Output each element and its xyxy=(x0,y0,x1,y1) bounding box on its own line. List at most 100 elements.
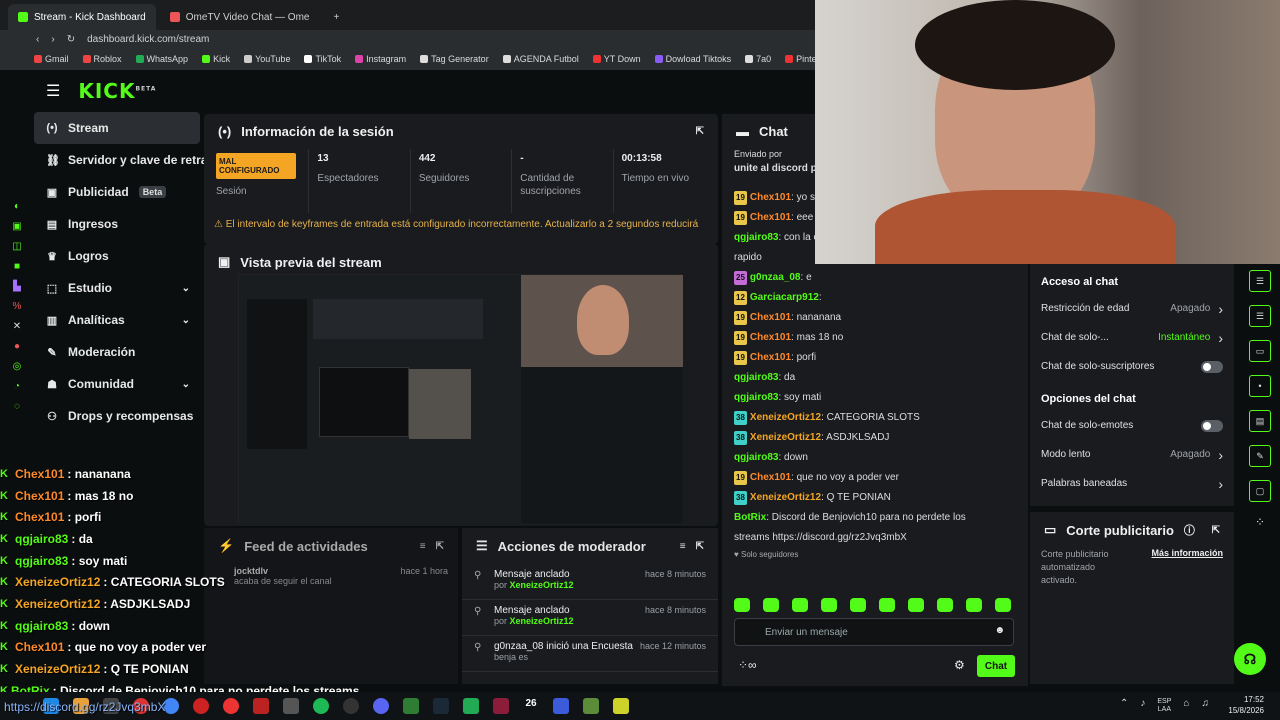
chat-settings-icon[interactable]: ⚙ xyxy=(954,658,965,672)
more-info-link[interactable]: Más información xyxy=(1151,548,1223,587)
rail-settings-icon[interactable]: ▤ xyxy=(1249,410,1271,432)
setting-control[interactable] xyxy=(1201,419,1223,432)
bookmark-item[interactable]: Pinterest xyxy=(785,54,815,64)
dock-app-icon[interactable]: ◫ xyxy=(12,241,21,252)
browser-tab-ometv[interactable]: OmeTV Video Chat — Ome xyxy=(160,4,320,30)
setting-control[interactable]: › xyxy=(1218,476,1223,492)
browser-tab-kick[interactable]: Stream - Kick Dashboard xyxy=(8,4,156,30)
popout-icon[interactable]: ⇱ xyxy=(696,126,704,137)
x-icon[interactable]: ✕ xyxy=(13,321,21,332)
setting-control[interactable] xyxy=(1201,360,1223,373)
dock-app-icon[interactable]: % xyxy=(13,301,22,312)
sidebar-item-stream[interactable]: (•) Stream xyxy=(34,112,200,144)
rail-list2-icon[interactable]: ☰ xyxy=(1249,305,1271,327)
rail-broadcast-icon[interactable]: • xyxy=(1249,375,1271,397)
sidebar-item-ingresos[interactable]: ▤ Ingresos xyxy=(34,208,200,240)
network-icon[interactable]: ⌂ xyxy=(1183,698,1189,714)
bookmark-item[interactable]: Dowload Tiktoks xyxy=(654,54,731,64)
discord-icon[interactable] xyxy=(373,698,389,714)
bookmark-item[interactable]: Tag Generator xyxy=(420,54,489,64)
setting-row[interactable]: Restricción de edad Apagado › xyxy=(1030,294,1234,323)
popout-icon[interactable]: ⇱ xyxy=(1212,525,1220,536)
sidebar-item-publicidad[interactable]: ▣ Publicidad Beta xyxy=(34,176,200,208)
rail-chat-icon[interactable]: ▭ xyxy=(1249,340,1271,362)
taskbar-app-icon[interactable] xyxy=(493,698,509,714)
chat-username[interactable]: Garciacarp912 xyxy=(750,292,819,303)
mic-icon[interactable]: ♪ xyxy=(1140,698,1145,714)
setting-control[interactable]: Apagado › xyxy=(1170,447,1223,463)
bookmark-item[interactable]: Instagram xyxy=(355,54,406,64)
bookmark-item[interactable]: Kick xyxy=(202,54,230,64)
volume-icon[interactable]: ♫ xyxy=(1201,698,1209,714)
bookmark-item[interactable]: WhatsApp xyxy=(135,54,188,64)
menu-icon[interactable]: ☰ xyxy=(46,81,60,101)
chat-username[interactable]: XeneizeOrtiz12 xyxy=(750,412,821,423)
bookmark-item[interactable]: Roblox xyxy=(82,54,122,64)
setting-row[interactable]: Modo lento Apagado › xyxy=(1030,440,1234,469)
xbox-icon[interactable] xyxy=(403,698,419,714)
stream-preview-video[interactable] xyxy=(238,274,683,523)
setting-row[interactable]: Chat de solo-suscriptores xyxy=(1030,352,1234,381)
emote-icon[interactable] xyxy=(966,598,982,612)
emote-icon[interactable] xyxy=(995,598,1011,612)
sidebar-item-servidor[interactable]: ⛓ Servidor y clave de retransmisión xyxy=(34,144,260,176)
toggle-switch[interactable] xyxy=(1201,419,1223,432)
chat-username[interactable]: XeneizeOrtiz12 xyxy=(750,492,821,503)
taskbar-app-icon[interactable] xyxy=(553,698,569,714)
dock-app-icon[interactable]: ◔ xyxy=(14,381,20,392)
bookmark-item[interactable]: TikTok xyxy=(304,54,341,64)
taskbar-app-icon[interactable] xyxy=(253,698,269,714)
whatsapp-icon[interactable]: ◌ xyxy=(14,401,20,412)
taskbar-app-icon[interactable] xyxy=(463,698,479,714)
info-icon[interactable]: ⓘ xyxy=(1184,522,1195,538)
reload-icon[interactable]: ↻ xyxy=(67,34,75,45)
kick-logo[interactable]: KICKBETA xyxy=(78,79,156,103)
rail-window-icon[interactable]: ▢ xyxy=(1249,480,1271,502)
emoji-icon[interactable]: ☻ xyxy=(994,625,1005,636)
address-bar[interactable]: ‹ › ↻ dashboard.kick.com/stream xyxy=(0,30,815,48)
setting-control[interactable]: Apagado › xyxy=(1170,301,1223,317)
url-text[interactable]: dashboard.kick.com/stream xyxy=(87,34,209,45)
chat-extras-icon[interactable]: ⁘∞ xyxy=(738,658,757,672)
clock[interactable]: 17:52 15/8/2026 xyxy=(1228,694,1264,716)
steam-icon[interactable] xyxy=(433,698,449,714)
chat-input[interactable]: Enviar un mensaje ☻ xyxy=(734,618,1014,646)
chat-username[interactable]: Chex101 xyxy=(750,352,791,363)
setting-row[interactable]: Chat de solo-... Instantáneo › xyxy=(1030,323,1234,352)
chat-username[interactable]: Chex101 xyxy=(750,472,791,483)
sidebar-item-comunidad[interactable]: ☗ Comunidad ⌄ xyxy=(34,368,200,400)
filter-icon[interactable]: ≡ xyxy=(420,541,426,552)
overlay-link[interactable]: https://discord.gg/rz2Jvq3mbX xyxy=(4,700,165,714)
chat-username[interactable]: Chex101 xyxy=(750,192,791,203)
emote-icon[interactable] xyxy=(792,598,808,612)
chat-username[interactable]: qgjairo83 xyxy=(734,452,778,463)
sidebar-item-estudio[interactable]: ⬚ Estudio ⌄ xyxy=(34,272,200,304)
rail-apps-icon[interactable]: ⁘ xyxy=(1255,515,1265,529)
mod-user[interactable]: XeneizeOrtiz12 xyxy=(510,580,574,590)
twitch-icon[interactable]: ▙ xyxy=(13,281,21,292)
chat-username[interactable]: XeneizeOrtiz12 xyxy=(750,432,821,443)
popout-icon[interactable]: ⇱ xyxy=(436,541,444,552)
taskbar-app-icon[interactable] xyxy=(283,698,299,714)
bookmark-item[interactable]: YT Down xyxy=(592,54,641,64)
obs-icon[interactable] xyxy=(343,698,359,714)
emote-icon[interactable] xyxy=(850,598,866,612)
dock-app-icon[interactable]: ◐ xyxy=(14,201,20,212)
dock-app-icon[interactable]: ◎ xyxy=(13,361,22,372)
send-chat-button[interactable]: Chat xyxy=(977,655,1015,677)
sidebar-item-drops[interactable]: ⚇ Drops y recompensas xyxy=(34,400,200,432)
chat-username[interactable]: Chex101 xyxy=(750,312,791,323)
language-indicator[interactable]: ESP LAA xyxy=(1157,698,1171,714)
popout-icon[interactable]: ⇱ xyxy=(696,541,704,552)
taskbar-app-icon[interactable] xyxy=(223,698,239,714)
spotify-icon[interactable] xyxy=(313,698,329,714)
bookmark-item[interactable]: Gmail xyxy=(34,54,69,64)
chat-username[interactable]: qgjairo83 xyxy=(734,232,778,243)
dock-app-icon[interactable]: ▣ xyxy=(12,221,21,232)
chat-username[interactable]: qgjairo83 xyxy=(734,372,778,383)
setting-control[interactable]: Instantáneo › xyxy=(1158,330,1223,346)
sidebar-item-moderación[interactable]: ✎ Moderación xyxy=(34,336,200,368)
emote-icon[interactable] xyxy=(763,598,779,612)
chat-username[interactable]: g0nzaa_08 xyxy=(750,272,801,283)
chat-username[interactable]: BotRix xyxy=(734,512,766,523)
